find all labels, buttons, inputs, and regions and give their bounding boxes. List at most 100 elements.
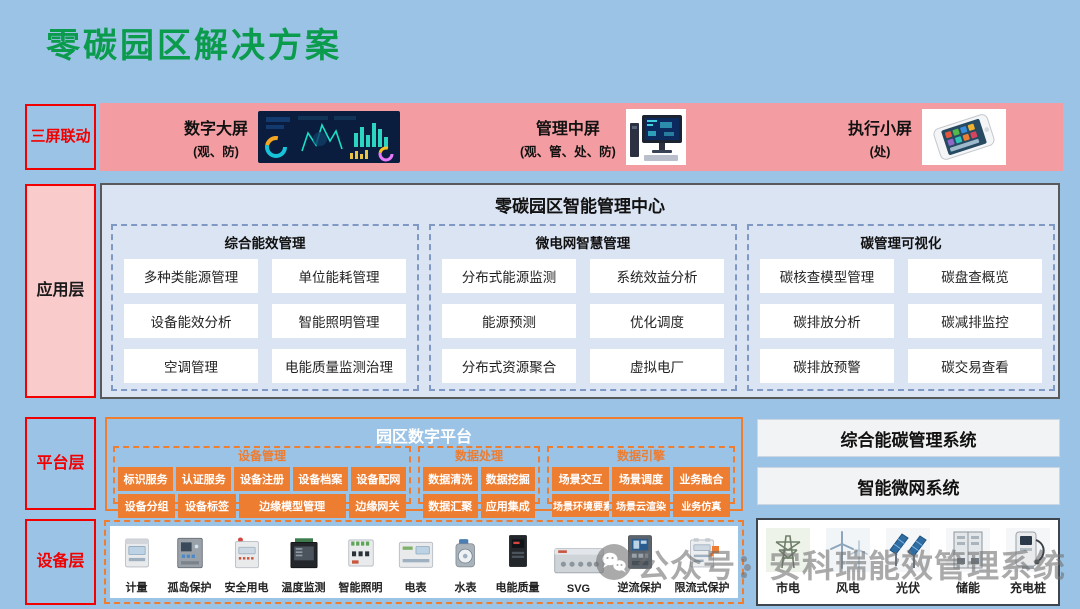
svg-device-icon: [553, 541, 605, 582]
screen-text: 管理中屏 (观、管、处、防): [520, 115, 616, 160]
screen-sub: (观、管、处、防): [520, 141, 616, 160]
source-label: 充电桩: [1010, 579, 1046, 596]
app-item: 设备能效分析: [124, 304, 258, 338]
section-row: 设备分组 设备标签 边缘模型管理 边缘网关: [118, 494, 406, 518]
energy-meter-icon: [119, 533, 155, 578]
side-label-application-layer: 应用层: [25, 184, 96, 398]
section-row: 场景环境要素 场景云渲染 业务仿真: [552, 494, 730, 517]
platform-item: 场景环境要素: [552, 494, 609, 517]
platform-item: 边缘模型管理: [239, 494, 346, 518]
app-item: 智能照明管理: [272, 304, 406, 338]
section-device-management: 设备管理 标识服务 认证服务 设备注册 设备档案 设备配网 设备分组 设备标签 …: [113, 446, 411, 504]
screen-name: 管理中屏: [520, 115, 616, 139]
platform-item: 边缘网关: [349, 494, 406, 518]
management-mid-screen: 管理中屏 (观、管、处、防): [520, 103, 686, 171]
group-title: 综合能效管理: [113, 232, 417, 252]
side-label-platform-layer: 平台层: [25, 417, 96, 510]
device-current-limiting-protection: 限流式保护: [675, 533, 730, 598]
platform-item: 业务仿真: [673, 494, 730, 517]
water-meter-icon: [449, 533, 483, 578]
platform-title: 园区数字平台: [107, 423, 741, 447]
device-label: 安全用电: [225, 579, 269, 595]
device-electrical-safety: 安全用电: [225, 533, 269, 598]
platform-sections: 设备管理 标识服务 认证服务 设备注册 设备档案 设备配网 设备分组 设备标签 …: [113, 446, 735, 504]
execution-small-screen: 执行小屏 (处): [848, 103, 1006, 171]
group-items: 分布式能源监测 系统效益分析 能源预测 优化调度 分布式资源聚合 虚拟电厂: [442, 259, 724, 383]
energy-sources-box: 市电 风电 光伏 储能 充电桩: [756, 518, 1060, 606]
device-islanding-protection: 孤岛保护: [168, 533, 212, 598]
device-svg: SVG: [553, 541, 605, 598]
screen-name: 执行小屏: [848, 115, 912, 139]
app-item: 虚拟电厂: [590, 349, 724, 383]
app-item: 电能质量监测治理: [272, 349, 406, 383]
app-item: 分布式能源监测: [442, 259, 576, 293]
platform-item: 场景交互: [552, 467, 609, 491]
wind-turbine-icon: [826, 528, 870, 577]
device-water-meter: 水表: [449, 533, 483, 598]
app-item: 单位能耗管理: [272, 259, 406, 293]
smart-lighting-icon: [343, 533, 379, 578]
temperature-monitor-icon: [286, 533, 322, 578]
group-items: 多种类能源管理 单位能耗管理 设备能效分析 智能照明管理 空调管理 电能质量监测…: [124, 259, 406, 383]
platform-item: 场景调度: [612, 467, 669, 491]
app-item: 碳减排监控: [908, 304, 1042, 338]
app-item: 碳排放预警: [760, 349, 894, 383]
group-title: 碳管理可视化: [749, 232, 1053, 252]
device-label: 孤岛保护: [168, 579, 212, 595]
device-label: 电能质量: [496, 579, 540, 595]
platform-item: 数据挖掘: [481, 467, 536, 491]
screen-text: 数字大屏 (观、防): [184, 115, 248, 160]
application-layer-box: 零碳园区智能管理中心 综合能效管理 多种类能源管理 单位能耗管理 设备能效分析 …: [100, 183, 1060, 399]
group-energy-efficiency: 综合能效管理 多种类能源管理 单位能耗管理 设备能效分析 智能照明管理 空调管理…: [111, 224, 419, 391]
app-item: 优化调度: [590, 304, 724, 338]
group-title: 微电网智慧管理: [431, 232, 735, 252]
smartphone-image: [922, 109, 1006, 165]
platform-item: 设备分组: [118, 494, 175, 518]
device-label: 电表: [405, 579, 427, 595]
section-row: 数据汇聚 应用集成: [423, 494, 535, 518]
source-wind-power: 风电: [826, 528, 870, 596]
platform-item: 设备配网: [351, 467, 406, 491]
source-utility-power: 市电: [766, 528, 810, 596]
device-label: 限流式保护: [675, 579, 730, 595]
device-strip: 计量 孤岛保护 安全用电 温度监测 智能照明 电表 水表 电能质量 SVG 逆流…: [110, 526, 738, 598]
device-label: SVG: [567, 583, 590, 595]
energy-carbon-system-box: 综合能碳管理系统: [757, 419, 1060, 457]
connector-dot: [744, 564, 751, 571]
three-screens-band: 数字大屏 (观、防): [100, 103, 1063, 171]
park-digital-platform-box: 园区数字平台 设备管理 标识服务 认证服务 设备注册 设备档案 设备配网 设备分…: [105, 417, 743, 511]
device-smart-lighting: 智能照明: [339, 533, 383, 598]
source-ev-charger: 充电桩: [1006, 528, 1050, 596]
screen-sub: (观、防): [184, 141, 248, 160]
section-data-processing: 数据处理 数据清洗 数据挖掘 数据汇聚 应用集成: [418, 446, 540, 504]
side-label-three-screens: 三屏联动: [25, 104, 96, 170]
selection-handle-artifact: [712, 546, 719, 553]
platform-item: 场景云渲染: [612, 494, 669, 517]
source-solar-power: 光伏: [886, 528, 930, 596]
group-items: 碳核查模型管理 碳盘查概览 碳排放分析 碳减排监控 碳排放预警 碳交易查看: [760, 259, 1042, 383]
side-label-device-layer: 设备层: [25, 519, 96, 605]
platform-item: 标识服务: [118, 467, 173, 491]
group-microgrid: 微电网智慧管理 分布式能源监测 系统效益分析 能源预测 优化调度 分布式资源聚合…: [429, 224, 737, 391]
screen-name: 数字大屏: [184, 115, 248, 139]
utility-tower-icon: [766, 528, 810, 577]
device-electric-meter: 电表: [396, 535, 436, 598]
device-metering: 计量: [119, 533, 155, 598]
page-title: 零碳园区解决方案: [46, 18, 342, 67]
group-carbon-visualization: 碳管理可视化 碳核查模型管理 碳盘查概览 碳排放分析 碳减排监控 碳排放预警 碳…: [747, 224, 1055, 391]
source-label: 风电: [836, 579, 860, 596]
screen-text: 执行小屏 (处): [848, 115, 912, 160]
device-label: 水表: [455, 579, 477, 595]
smart-microgrid-system-box: 智能微网系统: [757, 467, 1060, 505]
platform-item: 认证服务: [176, 467, 231, 491]
app-item: 能源预测: [442, 304, 576, 338]
app-item: 多种类能源管理: [124, 259, 258, 293]
source-label: 储能: [956, 579, 980, 596]
section-row: 场景交互 场景调度 业务融合: [552, 467, 730, 491]
battery-storage-icon: [946, 528, 990, 577]
platform-item: 设备注册: [234, 467, 289, 491]
device-label: 逆流保护: [618, 579, 662, 595]
platform-item: 设备档案: [293, 467, 348, 491]
platform-item: 数据汇聚: [423, 494, 478, 518]
electrical-safety-icon: [229, 533, 265, 578]
